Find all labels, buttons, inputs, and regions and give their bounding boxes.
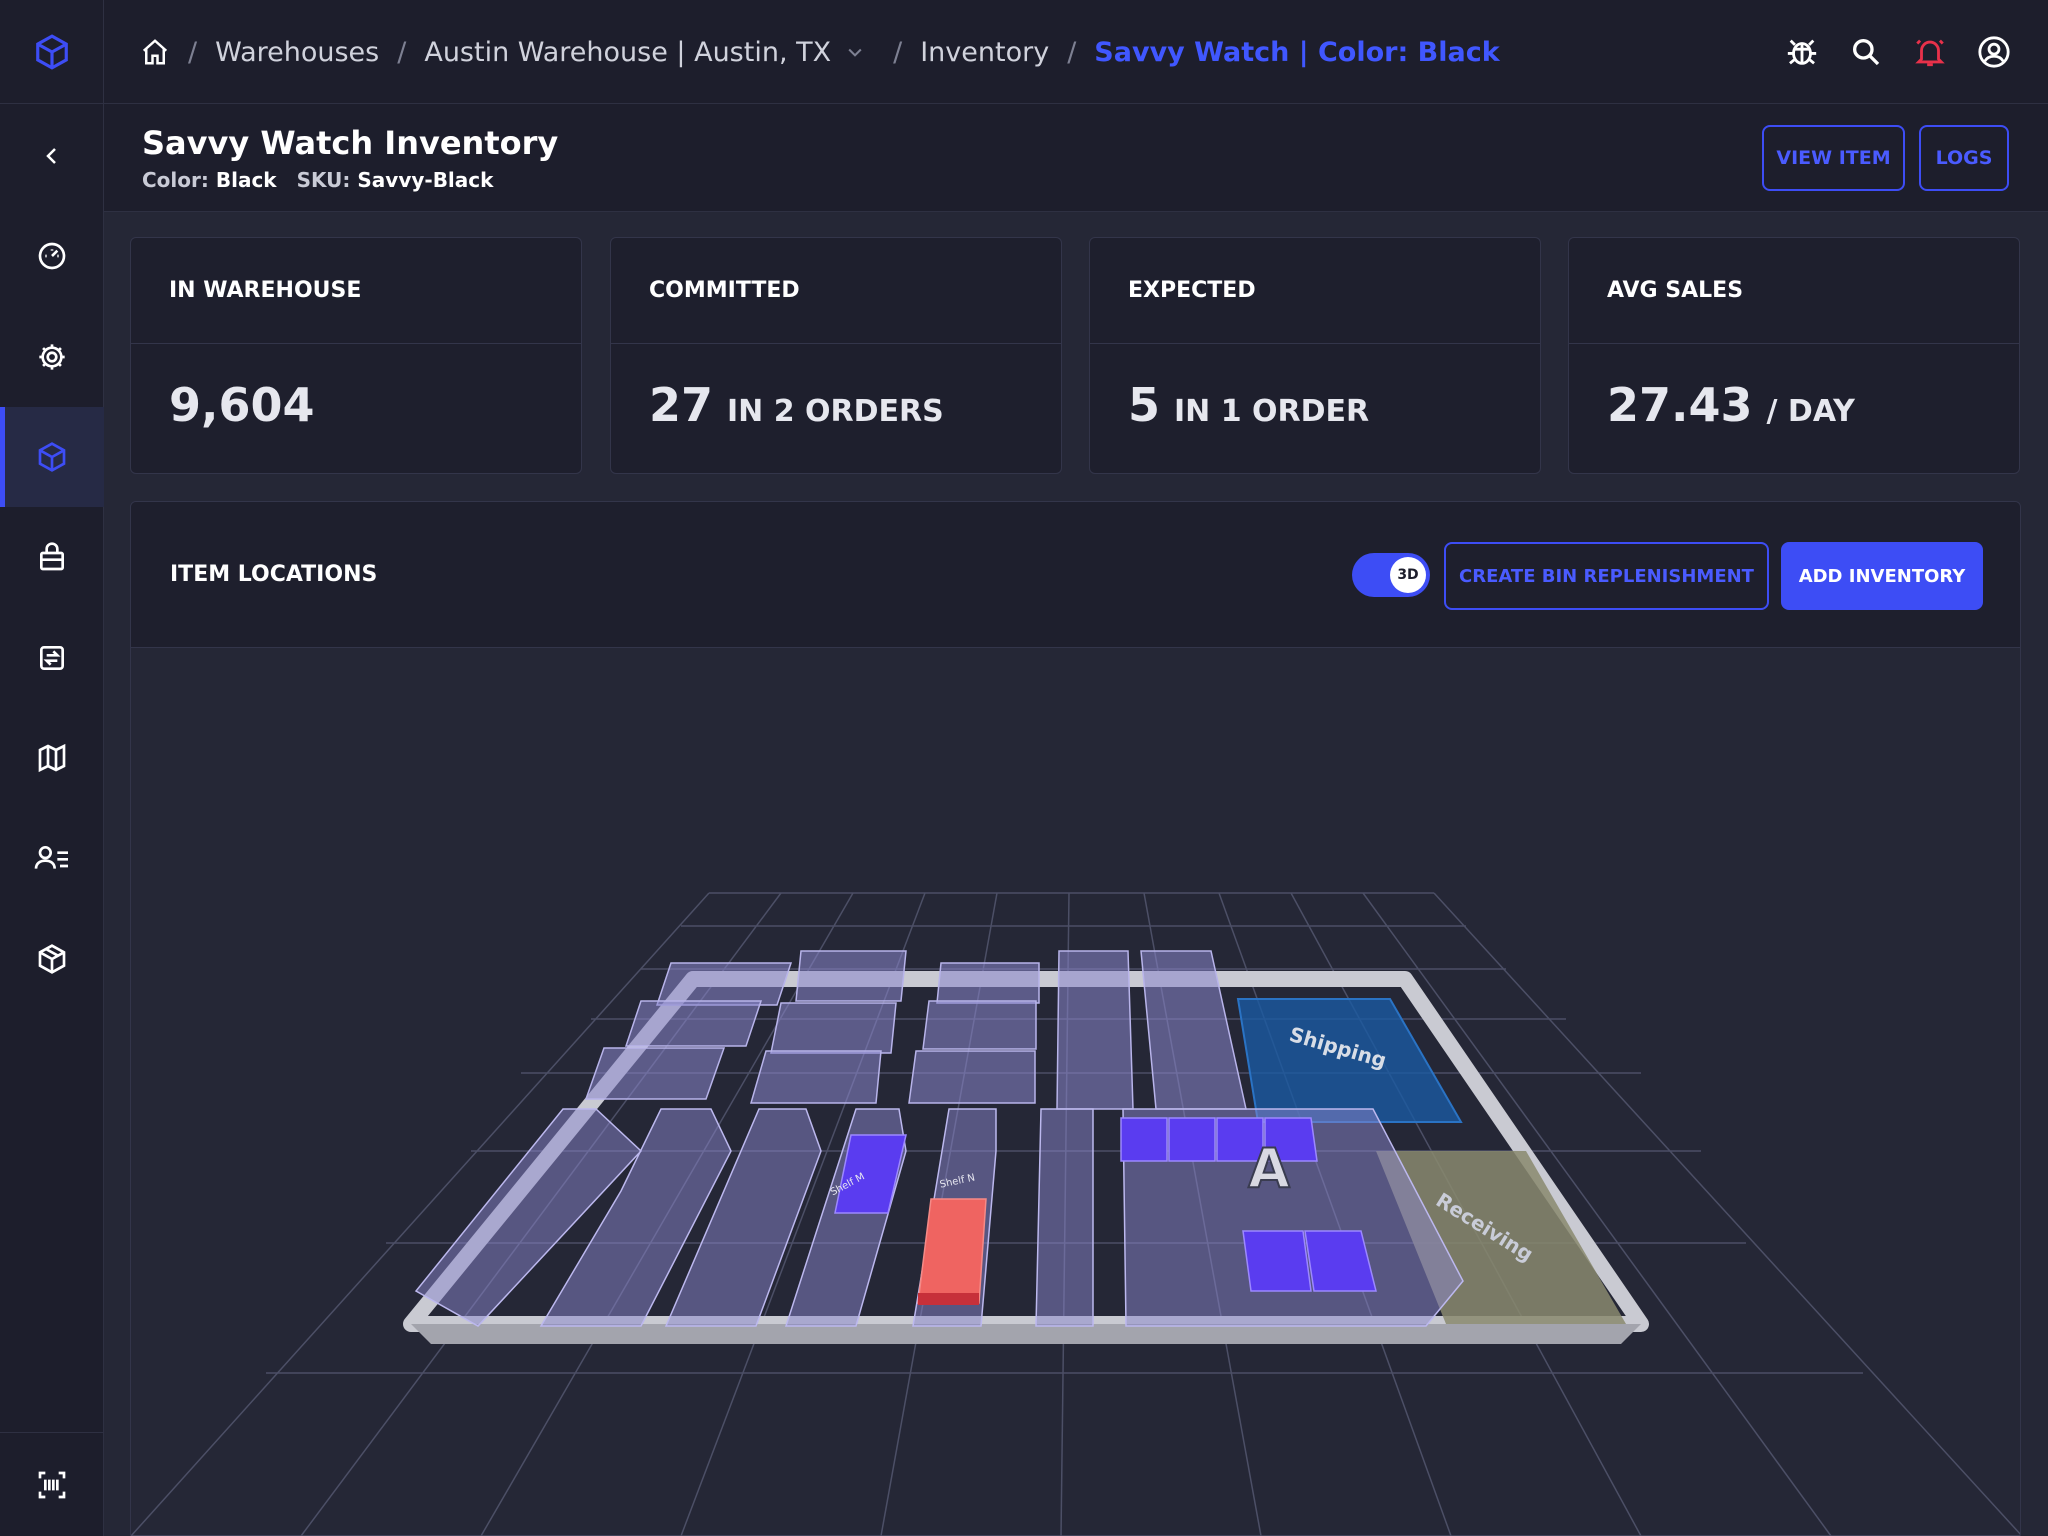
sidebar-item-orders[interactable] xyxy=(0,507,104,607)
color-value: Black xyxy=(215,168,277,192)
area-a-label: A xyxy=(1248,1137,1290,1200)
sidebar xyxy=(0,0,104,1536)
breadcrumb-separator: / xyxy=(188,36,198,68)
warehouse-3d-view[interactable]: Shipping Receiving Shelf M Shelf N A xyxy=(131,648,2021,1536)
stat-value: 27.43 / DAY xyxy=(1607,378,1855,432)
map-icon xyxy=(38,743,66,773)
sku-meta: SKU: Savvy-Black xyxy=(297,168,494,192)
stat-card-expected: EXPECTED 5 IN 1 ORDER xyxy=(1089,237,1541,474)
stat-value: 27 IN 2 ORDERS xyxy=(649,378,944,432)
stat-value: 9,604 xyxy=(169,378,315,432)
sidebar-item-users[interactable] xyxy=(0,808,104,908)
bag-icon xyxy=(40,542,64,571)
sidebar-collapse[interactable] xyxy=(0,106,104,206)
card-divider xyxy=(131,343,581,344)
box-icon xyxy=(38,442,66,472)
sidebar-item-settings[interactable] xyxy=(0,307,104,407)
stat-card-in-warehouse: IN WAREHOUSE 9,604 xyxy=(130,237,582,474)
gear-icon xyxy=(39,344,65,370)
chevron-left-icon xyxy=(46,148,56,164)
sidebar-item-map[interactable] xyxy=(0,708,104,808)
bug-icon[interactable] xyxy=(1784,34,1820,70)
color-meta: Color: Black xyxy=(142,168,277,192)
card-divider xyxy=(1090,343,1540,344)
add-inventory-button[interactable]: ADD INVENTORY xyxy=(1781,542,1983,610)
logs-button[interactable]: LOGS xyxy=(1919,125,2009,191)
color-label: Color: xyxy=(142,168,209,192)
create-bin-replenishment-button[interactable]: CREATE BIN REPLENISHMENT xyxy=(1444,542,1769,610)
search-icon[interactable] xyxy=(1848,34,1884,70)
item-locations-panel: ITEM LOCATIONS 3D CREATE BIN REPLENISHME… xyxy=(130,501,2021,1536)
stat-unit: / DAY xyxy=(1766,394,1855,429)
stat-number: 27 xyxy=(649,378,714,432)
stat-value: 5 IN 1 ORDER xyxy=(1128,378,1369,432)
panel-header: ITEM LOCATIONS 3D CREATE BIN REPLENISHME… xyxy=(131,502,2020,648)
card-divider xyxy=(611,343,1061,344)
account-icon[interactable] xyxy=(1976,34,2012,70)
breadcrumb-inventory[interactable]: Inventory xyxy=(920,37,1049,68)
transfer-icon xyxy=(40,646,64,670)
breadcrumb-separator: / xyxy=(397,36,407,68)
page-title: Savvy Watch Inventory xyxy=(142,124,559,162)
stat-number: 9,604 xyxy=(169,378,315,432)
chevron-down-icon[interactable] xyxy=(845,42,865,62)
dashboard-gauge-icon xyxy=(38,242,66,270)
stat-label: IN WAREHOUSE xyxy=(169,278,362,303)
package-icon xyxy=(38,944,66,974)
breadcrumb-warehouse-select[interactable]: Austin Warehouse | Austin, TX xyxy=(424,37,831,68)
panel-title: ITEM LOCATIONS xyxy=(170,562,378,587)
sku-value: Savvy-Black xyxy=(357,168,494,192)
sku-label: SKU: xyxy=(296,168,351,192)
stat-label: AVG SALES xyxy=(1607,278,1744,303)
stat-unit: IN 2 ORDERS xyxy=(727,394,944,429)
top-bar: / Warehouses / Austin Warehouse | Austin… xyxy=(104,0,2048,104)
toggle-knob: 3D xyxy=(1390,557,1426,593)
sidebar-item-dashboard[interactable] xyxy=(0,206,104,306)
3d-toggle[interactable]: 3D xyxy=(1352,553,1430,597)
stat-label: EXPECTED xyxy=(1128,278,1256,303)
top-actions xyxy=(1784,0,2012,104)
stat-card-committed: COMMITTED 27 IN 2 ORDERS xyxy=(610,237,1062,474)
sidebar-item-products[interactable] xyxy=(0,909,104,1009)
breadcrumb-separator: / xyxy=(1067,36,1077,68)
selected-bin xyxy=(917,1198,987,1305)
breadcrumb-current: Savvy Watch | Color: Black xyxy=(1094,36,1500,68)
sidebar-item-inventory[interactable] xyxy=(0,407,104,507)
stat-number: 5 xyxy=(1128,378,1161,432)
home-icon[interactable] xyxy=(140,37,170,67)
sidebar-scan[interactable] xyxy=(0,1432,104,1536)
view-item-button[interactable]: VIEW ITEM xyxy=(1762,125,1905,191)
page-header: Savvy Watch Inventory Color: Black SKU: … xyxy=(104,104,2048,212)
cube-logo-icon xyxy=(36,33,68,70)
breadcrumb-separator: / xyxy=(893,36,903,68)
breadcrumb: / Warehouses / Austin Warehouse | Austin… xyxy=(140,0,1500,104)
logo[interactable] xyxy=(0,0,104,104)
stat-label: COMMITTED xyxy=(649,278,800,303)
stat-unit: IN 1 ORDER xyxy=(1174,394,1370,429)
barcode-scan-icon xyxy=(38,1471,66,1498)
sidebar-item-transfers[interactable] xyxy=(0,608,104,708)
breadcrumb-warehouses[interactable]: Warehouses xyxy=(215,37,379,68)
stat-card-avg-sales: AVG SALES 27.43 / DAY xyxy=(1568,237,2020,474)
bell-icon[interactable] xyxy=(1912,34,1948,70)
item-meta: Color: Black SKU: Savvy-Black xyxy=(142,168,493,192)
stat-number: 27.43 xyxy=(1607,378,1753,432)
card-divider xyxy=(1569,343,2019,344)
user-list-icon xyxy=(34,846,68,869)
